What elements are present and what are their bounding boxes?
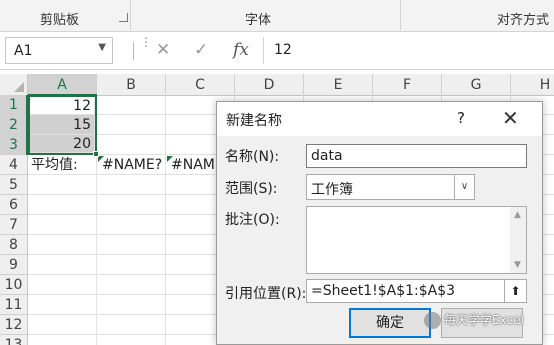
row-header-10[interactable]: 10: [0, 275, 28, 295]
drag-handle-icon[interactable]: ⋮: [140, 36, 152, 48]
refers-to-field[interactable]: =Sheet1!$A$1:$A$3 ⬆: [306, 279, 527, 303]
enter-icon[interactable]: ✓: [194, 40, 208, 60]
close-icon[interactable]: ✕: [502, 106, 519, 130]
cancel-icon[interactable]: ✕: [156, 40, 170, 60]
select-all-corner[interactable]: [0, 74, 28, 96]
formula-divider: [133, 42, 134, 60]
row-header-5[interactable]: 5: [0, 175, 28, 195]
row-header-12[interactable]: 12: [0, 315, 28, 335]
insert-function-icon[interactable]: fx: [233, 40, 249, 60]
name-label: 名称(N):: [225, 149, 280, 165]
cell-a4[interactable]: 平均值:: [28, 155, 97, 175]
name-box-value: A1: [14, 43, 33, 59]
ribbon-separator: [400, 0, 401, 30]
dialog-title-bar[interactable]: 新建名称 ? ✕: [217, 102, 542, 136]
chevron-down-icon[interactable]: ▼: [98, 42, 106, 53]
ribbon-separator: [130, 0, 131, 30]
watermark: 每天学学Excel: [424, 311, 524, 329]
column-header-e[interactable]: E: [304, 74, 373, 96]
row-header-9[interactable]: 9: [0, 255, 28, 275]
selection-range: [28, 95, 97, 155]
collapse-dialog-icon[interactable]: ⬆: [504, 280, 526, 302]
row-header-2[interactable]: 2: [0, 115, 28, 135]
column-header-g[interactable]: G: [442, 74, 511, 96]
dialog-title: 新建名称: [226, 113, 282, 129]
comment-scrollbar[interactable]: ▲ ▼: [510, 207, 526, 273]
row-header-8[interactable]: 8: [0, 235, 28, 255]
scroll-down-icon[interactable]: ▼: [514, 260, 521, 270]
name-field-value: data: [311, 148, 343, 164]
scope-select[interactable]: 工作簿 ∨: [306, 174, 475, 200]
chevron-down-icon[interactable]: ∨: [454, 175, 474, 199]
clipboard-launcher-icon[interactable]: [119, 13, 128, 22]
scroll-up-icon[interactable]: ▲: [514, 210, 521, 220]
row-header-13[interactable]: 13: [0, 335, 28, 345]
error-indicator-icon: [167, 156, 173, 162]
wechat-logo-icon: [424, 312, 441, 329]
column-header-h[interactable]: H: [511, 74, 554, 96]
ribbon: [0, 0, 554, 32]
scope-label: 范围(S):: [225, 181, 278, 197]
fill-handle[interactable]: [93, 151, 99, 157]
formula-value: 12: [274, 42, 292, 58]
row-header-1[interactable]: 1: [0, 95, 28, 115]
name-box[interactable]: A1 ▼: [5, 37, 113, 64]
cell-b4[interactable]: #NAME?: [99, 155, 166, 175]
row-header-7[interactable]: 7: [0, 215, 28, 235]
refers-to-label: 引用位置(R):: [225, 286, 307, 302]
column-header-c[interactable]: C: [166, 74, 235, 96]
scope-select-value: 工作簿: [311, 182, 353, 198]
ok-button[interactable]: 确定: [349, 308, 431, 338]
row-header-6[interactable]: 6: [0, 195, 28, 215]
ribbon-group-alignment[interactable]: 对齐方式: [497, 9, 549, 28]
column-header-b[interactable]: B: [97, 74, 166, 96]
formula-input[interactable]: 12: [263, 37, 554, 64]
column-header-f[interactable]: F: [373, 74, 442, 96]
comment-field[interactable]: ▲ ▼: [306, 206, 527, 274]
help-icon[interactable]: ?: [457, 109, 465, 127]
ribbon-group-font[interactable]: 字体: [245, 9, 271, 28]
column-header-d[interactable]: D: [235, 74, 304, 96]
ribbon-group-clipboard[interactable]: 剪贴板: [40, 9, 79, 28]
new-name-dialog: 新建名称 ? ✕ 名称(N): data 范围(S): 工作簿 ∨ 批注(O):…: [216, 101, 543, 345]
column-header-a[interactable]: A: [28, 74, 97, 96]
row-header-11[interactable]: 11: [0, 295, 28, 315]
row-header-3[interactable]: 3: [0, 135, 28, 155]
comment-label: 批注(O):: [225, 212, 280, 228]
cell-c4[interactable]: #NAM: [168, 155, 216, 175]
watermark-text: 每天学学Excel: [444, 313, 524, 327]
name-field[interactable]: data: [306, 144, 527, 168]
row-header-4[interactable]: 4: [0, 155, 28, 175]
refers-to-value: =Sheet1!$A$1:$A$3: [311, 283, 456, 299]
